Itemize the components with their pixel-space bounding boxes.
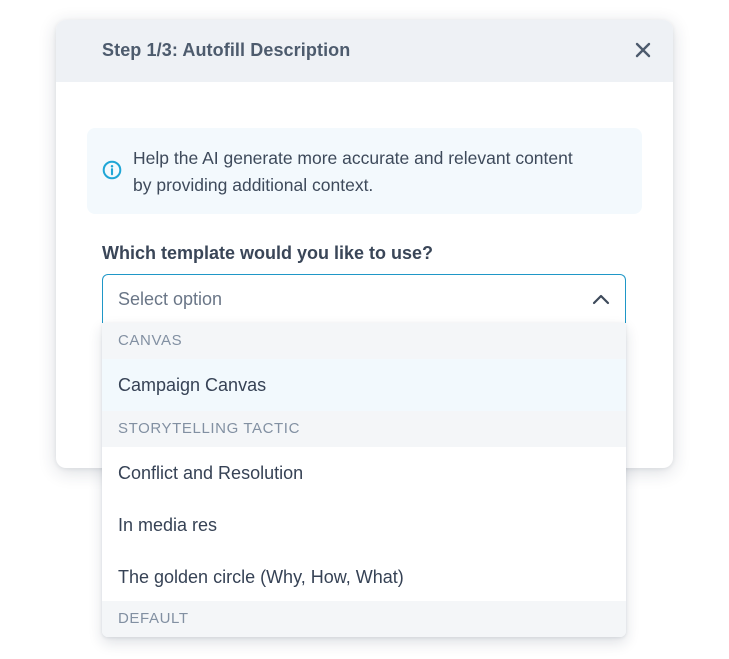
info-icon: [102, 160, 122, 180]
group-header-default: DEFAULT: [102, 601, 626, 637]
option-in-media-res[interactable]: In media res: [102, 499, 626, 551]
chevron-up-icon[interactable]: [592, 292, 610, 306]
option-campaign-canvas[interactable]: Campaign Canvas: [102, 359, 626, 411]
info-callout: Help the AI generate more accurate and r…: [87, 128, 642, 214]
template-select[interactable]: Select option: [102, 274, 626, 324]
group-header-canvas: CANVAS: [102, 323, 626, 359]
modal-title: Step 1/3: Autofill Description: [102, 40, 351, 60]
close-icon[interactable]: [633, 39, 653, 61]
option-golden-circle[interactable]: The golden circle (Why, How, What): [102, 551, 626, 603]
info-text-line-1: Help the AI generate more accurate and r…: [133, 148, 573, 168]
template-question-label: Which template would you like to use?: [102, 243, 434, 263]
template-dropdown-list: CANVAS Campaign Canvas STORYTELLING TACT…: [102, 323, 626, 637]
select-placeholder: Select option: [118, 289, 223, 309]
option-conflict-and-resolution[interactable]: Conflict and Resolution: [102, 447, 626, 499]
modal-header: Step 1/3: Autofill Description: [56, 20, 673, 82]
info-text-line-2: by providing additional context.: [133, 175, 374, 195]
info-text: Help the AI generate more accurate and r…: [133, 145, 633, 199]
group-header-storytelling-tactic: STORYTELLING TACTIC: [102, 411, 626, 447]
